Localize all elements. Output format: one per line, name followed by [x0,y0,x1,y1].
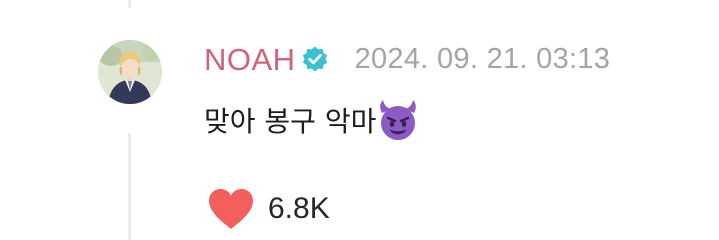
comment-header: NOAH 2024. 09. 21. 03:13 [204,36,610,82]
like-count: 6.8K [268,192,330,225]
comment-card: NOAH 2024. 09. 21. 03:13 맞아 봉구 악마 6.8K [0,0,719,240]
comment-timestamp: 2024. 09. 21. 03:13 [354,42,611,75]
thread-line-bottom [128,133,131,240]
comment-text: 맞아 봉구 악마 [204,105,377,138]
like-row: 6.8K [206,184,330,234]
author-name[interactable]: NOAH [204,44,296,75]
heart-icon[interactable] [206,187,256,231]
comment-body: 맞아 봉구 악마 [204,96,420,144]
thread-line-top [128,0,131,8]
verified-badge-icon [301,45,329,73]
avatar[interactable] [98,40,162,104]
avatar-illustration [98,40,162,104]
smiling-devil-emoji-icon [376,98,420,142]
